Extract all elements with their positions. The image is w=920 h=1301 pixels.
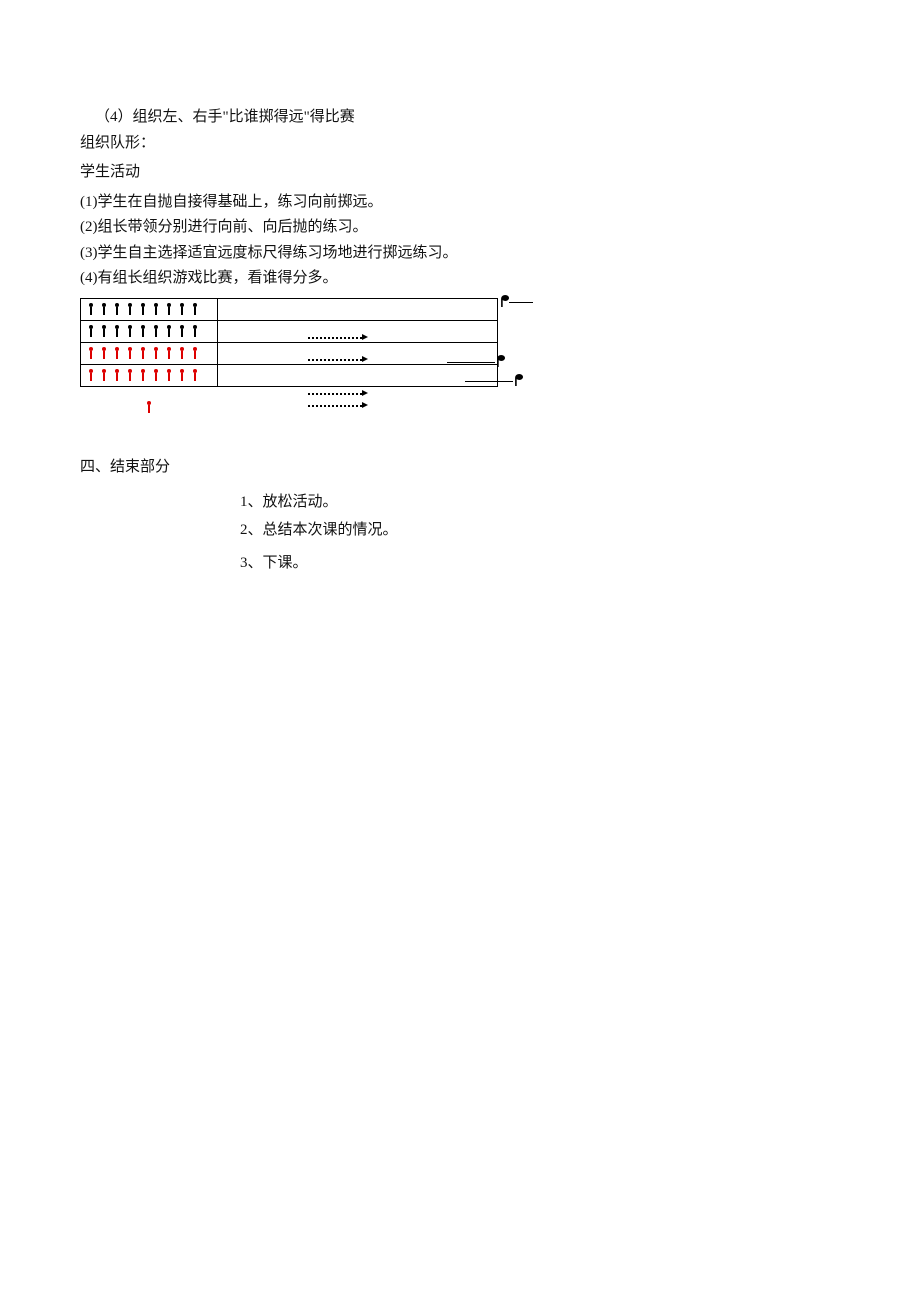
arrow-icon (308, 393, 362, 395)
person-icon (113, 369, 120, 381)
person-icon (165, 325, 172, 337)
arrow-icon (308, 337, 362, 339)
group-row-3 (80, 343, 218, 365)
flag-line-icon (465, 381, 513, 382)
student-activity-heading: 学生活动 (80, 160, 840, 186)
person-icon (139, 325, 146, 337)
flag-icon: ᖰ (514, 368, 524, 395)
track-row-4: ᖰ (218, 365, 498, 387)
leader-marker (80, 387, 218, 411)
person-icon (139, 303, 146, 315)
section4-heading: 四、结束部分 (80, 455, 840, 481)
person-icon (87, 325, 94, 337)
arrow-head-icon (362, 334, 368, 340)
arrow-head-icon (362, 390, 368, 396)
person-icon (152, 325, 159, 337)
student-step-4: (4)有组长组织游戏比赛，看谁得分多。 (80, 266, 840, 292)
section4-item-2: 2、总结本次课的情况。 (240, 518, 840, 544)
person-icon (139, 369, 146, 381)
person-icon (87, 303, 94, 315)
person-icon (152, 347, 159, 359)
flag-line-icon (447, 362, 495, 363)
person-icon (100, 369, 107, 381)
arrow-head-icon (362, 402, 368, 408)
track-rows-right: ᖰ ᖰ ᖰ (218, 298, 498, 387)
section4-item-1: 1、放松活动。 (240, 490, 840, 516)
person-icon (113, 325, 120, 337)
formation-label: 组织队形： (80, 131, 840, 157)
person-icon (152, 369, 159, 381)
person-icon (113, 303, 120, 315)
teacher-activity-line4: （4）组织左、右手"比谁掷得远"得比赛 (80, 105, 840, 131)
person-icon (139, 347, 146, 359)
person-icon (178, 347, 185, 359)
person-icon (191, 347, 198, 359)
group-row-1 (80, 299, 218, 321)
person-icon (178, 303, 185, 315)
person-icon (165, 369, 172, 381)
person-icon (113, 347, 120, 359)
person-icon (100, 347, 107, 359)
student-step-3: (3)学生自主选择适宜远度标尺得练习场地进行掷远练习。 (80, 241, 840, 267)
arrow-head-icon (362, 356, 368, 362)
group-row-4 (80, 365, 218, 387)
person-icon (178, 325, 185, 337)
person-icon (126, 325, 133, 337)
person-icon (126, 347, 133, 359)
section4-item-3: 3、下课。 (240, 551, 840, 577)
person-icon (87, 369, 94, 381)
track-below-1 (218, 387, 498, 409)
track-row-3: ᖰ (218, 343, 498, 365)
document-page: （4）组织左、右手"比谁掷得远"得比赛 组织队形： 学生活动 (1)学生在自抛自… (0, 0, 920, 577)
flag-line-icon (509, 302, 533, 303)
person-icon (126, 369, 133, 381)
student-step-1: (1)学生在自抛自接得基础上，练习向前掷远。 (80, 190, 840, 216)
person-icon (191, 325, 198, 337)
formation-diagram: ᖰ ᖰ ᖰ (80, 298, 840, 411)
track-row-2 (218, 321, 498, 343)
person-icon (87, 347, 94, 359)
person-icon (191, 303, 198, 315)
track-row-1: ᖰ (218, 299, 498, 321)
group-row-2 (80, 321, 218, 343)
person-icon (191, 369, 198, 381)
arrow-icon (308, 405, 362, 407)
person-icon (126, 303, 133, 315)
person-icon (100, 303, 107, 315)
student-step-2: (2)组长带领分别进行向前、向后抛的练习。 (80, 215, 840, 241)
person-icon (152, 303, 159, 315)
group-rows-left (80, 298, 218, 387)
person-icon (165, 303, 172, 315)
person-icon (165, 347, 172, 359)
arrow-icon (308, 359, 362, 361)
person-icon (100, 325, 107, 337)
person-icon (178, 369, 185, 381)
